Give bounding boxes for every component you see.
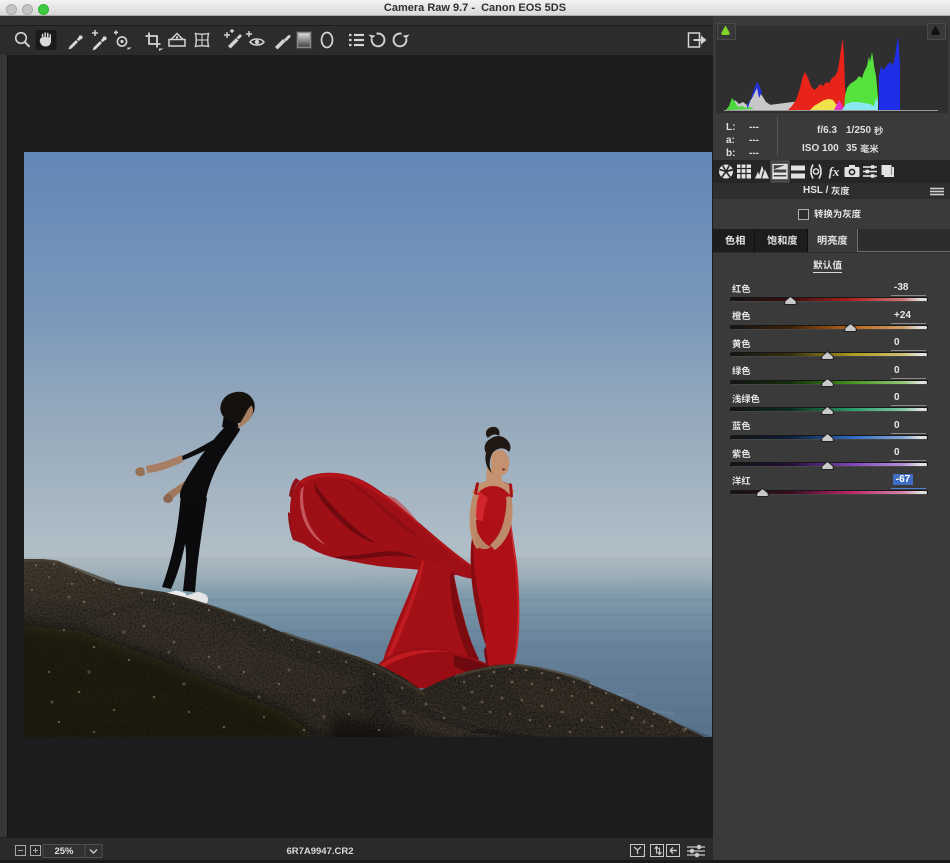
svg-text:6R7A9947.CR2: 6R7A9947.CR2 [286, 846, 353, 857]
svg-text:fx: fx [829, 164, 840, 179]
svg-text:25%: 25% [54, 846, 74, 857]
